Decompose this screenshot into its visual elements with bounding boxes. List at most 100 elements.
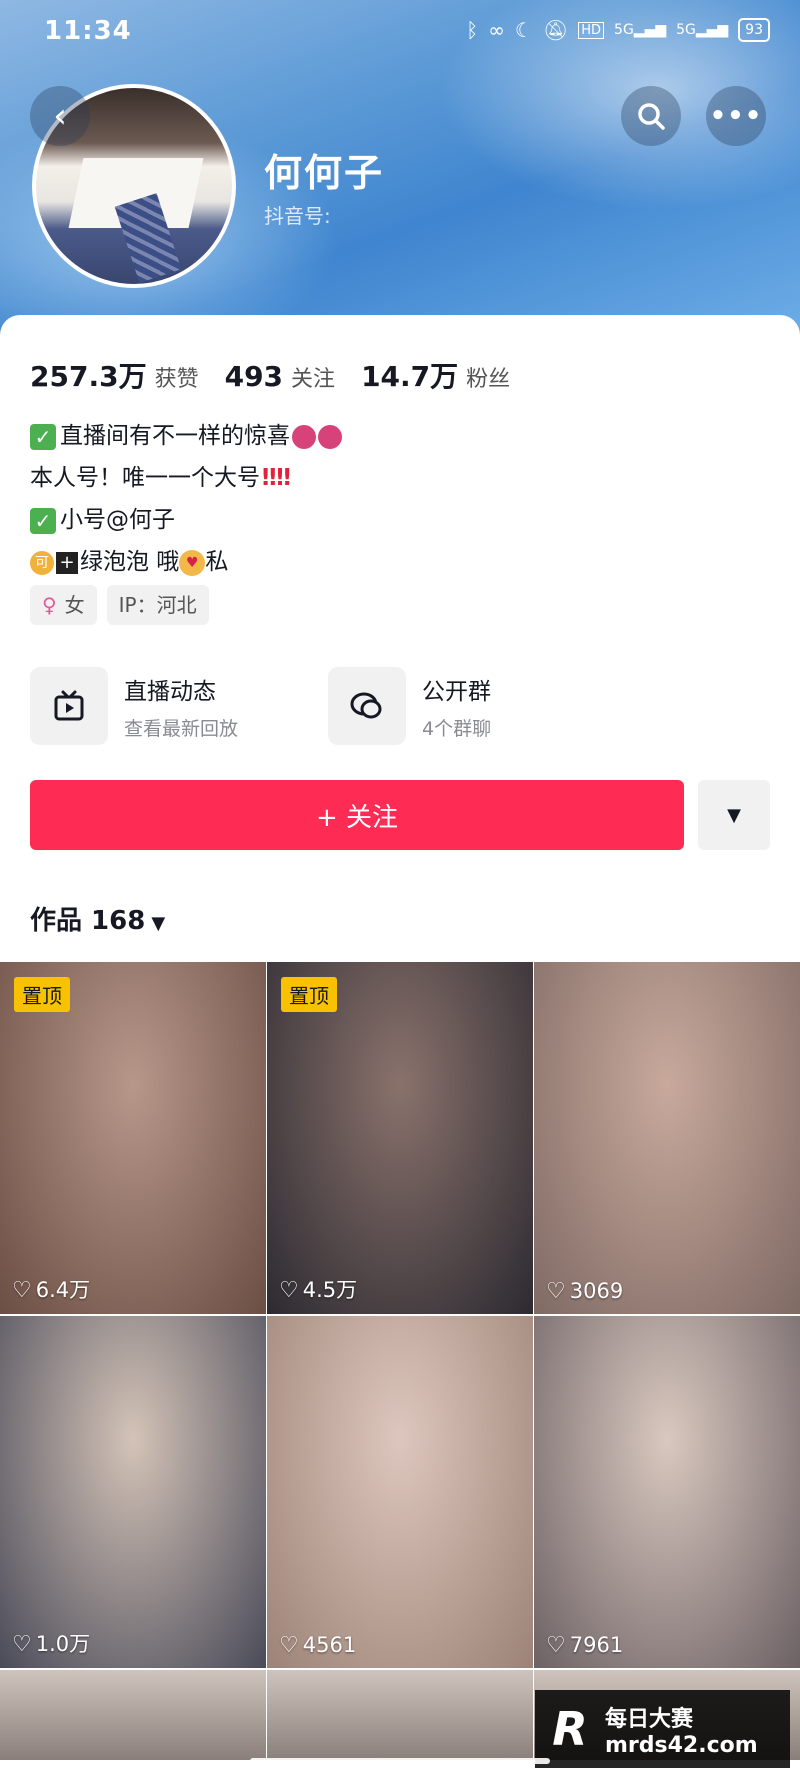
ke-emoji-icon: 可 bbox=[30, 550, 54, 575]
bio-line-4: 可 + 绿泡泡 哦 ♥ 私 bbox=[30, 541, 342, 583]
link-icon: ∞ bbox=[488, 18, 505, 42]
video-tile[interactable]: 置顶 ♡ 4.5万 bbox=[267, 962, 533, 1314]
chevron-left-icon: ‹ bbox=[53, 96, 67, 136]
heart-icon: ♡ bbox=[12, 1632, 32, 1657]
bio-line-1-text: 直播间有不一样的惊喜 bbox=[60, 423, 290, 449]
heart-eyes-emoji-icon: ♥ bbox=[179, 549, 206, 576]
profile-name: 何何子 bbox=[264, 151, 385, 195]
bio: ✓ 直播间有不一样的惊喜 本人号！唯一一个大号‼‼ ✓ 小号@何子 可 + 绿泡泡 哦 ♥… bbox=[30, 415, 342, 583]
video-grid: 置顶 ♡ 6.4万 置顶 ♡ 4.5万 ♡ 3069 ♡ 1.0万 ♡ 4561 ♡ 7961 bbox=[0, 962, 800, 1760]
works-tab[interactable]: 作品 168 ▼ bbox=[30, 900, 165, 937]
tongue-emoji-icon bbox=[292, 424, 316, 449]
bio-line-2-text: 本人号！唯一一个大号 bbox=[30, 465, 260, 491]
signal-5g-icon-2: 5G▂▄▆ bbox=[676, 22, 729, 38]
video-likes-count: 3069 bbox=[569, 1279, 624, 1303]
bio-line-1: ✓ 直播间有不一样的惊喜 bbox=[30, 415, 342, 457]
caret-down-icon: ▼ bbox=[151, 913, 166, 934]
stat-likes[interactable]: 257.3万 获赞 bbox=[30, 355, 199, 395]
tv-icon bbox=[30, 667, 108, 745]
watermark-logo: R bbox=[552, 1702, 588, 1756]
live-updates-entry[interactable]: 直播动态 查看最新回放 bbox=[30, 667, 238, 745]
stat-followers-label: 粉丝 bbox=[466, 367, 511, 392]
video-tile-partial[interactable] bbox=[267, 1670, 533, 1760]
stats-row: 257.3万 获赞 493 关注 14.7万 粉丝 bbox=[30, 355, 510, 395]
stat-likes-label: 获赞 bbox=[154, 367, 199, 392]
gender-tag: ♀ 女 bbox=[30, 585, 97, 625]
moon-icon: ☾ bbox=[514, 18, 533, 42]
bio-line-2: 本人号！唯一一个大号‼‼ bbox=[30, 457, 342, 499]
pinned-badge: 置顶 bbox=[14, 977, 70, 1012]
heart-icon: ♡ bbox=[279, 1278, 299, 1303]
video-likes-count: 4.5万 bbox=[302, 1278, 358, 1302]
check-icon: ✓ bbox=[30, 423, 56, 450]
video-likes-count: 6.4万 bbox=[35, 1278, 91, 1302]
watermark-text: 每日大赛 mrds42.com bbox=[605, 1701, 758, 1758]
live-updates-text: 直播动态 查看最新回放 bbox=[124, 672, 238, 741]
video-likes: ♡ 4561 bbox=[279, 1633, 356, 1658]
live-updates-subtitle: 查看最新回放 bbox=[124, 717, 239, 740]
profile-card: 257.3万 获赞 493 关注 14.7万 粉丝 ✓ 直播间有不一样的惊喜 本人号！唯… bbox=[0, 315, 800, 1778]
recommend-dropdown-button[interactable]: ▼ bbox=[698, 780, 770, 850]
pinned-badge: 置顶 bbox=[281, 977, 337, 1012]
bell-off-icon: 🔕︎ bbox=[542, 18, 569, 42]
stat-followers-value: 14.7万 bbox=[361, 360, 459, 393]
group-chat-icon bbox=[328, 667, 406, 745]
signal-5g-icon: 5G▂▄▆ bbox=[614, 22, 667, 38]
stat-followers[interactable]: 14.7万 粉丝 bbox=[361, 355, 510, 395]
video-likes-count: 4561 bbox=[302, 1633, 357, 1657]
ip-tag: IP：河北 bbox=[106, 585, 209, 625]
works-tab-label: 作品 168 bbox=[30, 906, 146, 936]
video-tile[interactable]: ♡ 3069 bbox=[534, 962, 800, 1314]
hd-icon: HD bbox=[578, 21, 605, 39]
heart-icon: ♡ bbox=[546, 1279, 566, 1304]
gender-tag-label: 女 bbox=[64, 593, 85, 617]
check-icon-2: ✓ bbox=[30, 507, 56, 534]
tv-glyph bbox=[54, 690, 84, 721]
bio-line-3: ✓ 小号@何子 bbox=[30, 499, 342, 541]
follow-button[interactable]: + 关注 bbox=[30, 780, 684, 850]
video-likes: ♡ 7961 bbox=[546, 1633, 623, 1658]
battery-indicator: 93 bbox=[738, 18, 770, 42]
video-likes: ♡ 4.5万 bbox=[279, 1274, 357, 1304]
stat-likes-value: 257.3万 bbox=[30, 360, 147, 393]
heart-icon: ♡ bbox=[279, 1633, 299, 1658]
video-likes-count: 1.0万 bbox=[35, 1632, 91, 1656]
public-group-entry[interactable]: 公开群 4个群聊 bbox=[328, 667, 491, 745]
back-button[interactable]: ‹ bbox=[30, 86, 90, 146]
stat-following-label: 关注 bbox=[291, 367, 336, 392]
video-tile[interactable]: 置顶 ♡ 6.4万 bbox=[0, 962, 266, 1314]
profile-header: 11:34 ᛒ ∞ ☾ 🔕︎ HD 5G▂▄▆ 5G▂▄▆ 93 ‹ ••• 何… bbox=[0, 0, 800, 340]
bio-line-3-text[interactable]: 小号@何子 bbox=[60, 507, 175, 533]
follow-button-label: + 关注 bbox=[315, 802, 399, 833]
chat-bubble-glyph bbox=[350, 692, 382, 719]
ip-tag-label: IP：河北 bbox=[118, 593, 197, 617]
status-time: 11:34 bbox=[44, 16, 132, 46]
bio-line-4-text: 绿泡泡 哦 bbox=[80, 549, 180, 575]
video-tile[interactable]: ♡ 4561 bbox=[267, 1316, 533, 1668]
profile-tags: ♀ 女 IP：河北 bbox=[30, 585, 209, 625]
more-options-button[interactable]: ••• bbox=[706, 86, 766, 146]
live-updates-title: 直播动态 bbox=[124, 678, 216, 705]
video-tile[interactable]: ♡ 7961 bbox=[534, 1316, 800, 1668]
public-group-subtitle: 4个群聊 bbox=[422, 717, 492, 740]
video-tile-partial[interactable] bbox=[0, 1670, 266, 1760]
status-bar: 11:34 ᛒ ∞ ☾ 🔕︎ HD 5G▂▄▆ 5G▂▄▆ 93 bbox=[0, 0, 800, 60]
plus-icon: + bbox=[56, 551, 78, 574]
stat-following-value: 493 bbox=[224, 360, 284, 393]
home-indicator bbox=[250, 1758, 550, 1764]
video-tile[interactable]: ♡ 1.0万 bbox=[0, 1316, 266, 1668]
heart-icon: ♡ bbox=[12, 1278, 32, 1303]
heart-icon: ♡ bbox=[546, 1633, 566, 1658]
watermark-url: mrds42.com bbox=[605, 1732, 758, 1758]
video-likes: ♡ 3069 bbox=[546, 1279, 623, 1304]
video-likes: ♡ 6.4万 bbox=[12, 1274, 90, 1304]
video-likes: ♡ 1.0万 bbox=[12, 1628, 90, 1658]
more-icon: ••• bbox=[709, 101, 763, 131]
tongue-emoji-icon-2 bbox=[318, 424, 342, 449]
public-group-title: 公开群 bbox=[422, 678, 491, 705]
watermark: R 每日大赛 mrds42.com bbox=[535, 1690, 790, 1768]
search-button[interactable] bbox=[621, 86, 681, 146]
public-group-text: 公开群 4个群聊 bbox=[422, 672, 491, 741]
triangle-down-icon: ▼ bbox=[727, 804, 741, 826]
stat-following[interactable]: 493 关注 bbox=[225, 360, 335, 393]
